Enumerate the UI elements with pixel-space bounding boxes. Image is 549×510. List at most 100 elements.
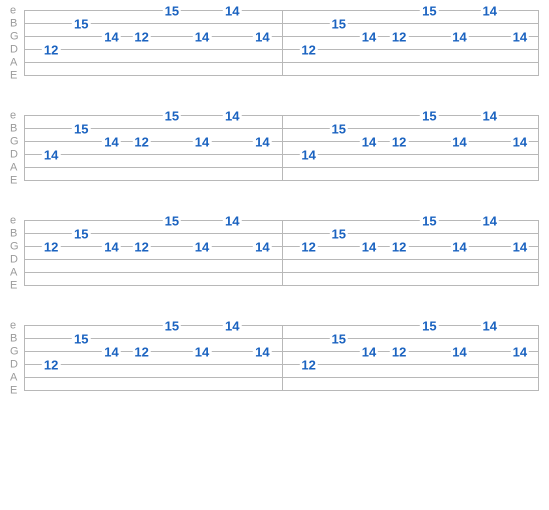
tab-note: 14 <box>102 135 120 148</box>
tab-note: 15 <box>420 109 438 122</box>
tab-note: 14 <box>223 214 241 227</box>
string-label-B: B <box>10 334 17 345</box>
tab-staff: 12151412151414141215141215141414 <box>24 325 539 392</box>
tab-note: 14 <box>193 135 211 148</box>
tab-note: 12 <box>299 240 317 253</box>
string-label-D: D <box>10 255 18 266</box>
tab-note: 14 <box>360 135 378 148</box>
string-label-e: e <box>10 216 16 227</box>
tab-note: 14 <box>480 4 498 17</box>
tab-note: 14 <box>253 135 271 148</box>
string-label-E: E <box>10 176 17 187</box>
barline <box>282 325 283 391</box>
barline <box>538 10 539 76</box>
tab-note: 12 <box>390 345 408 358</box>
string-label-B: B <box>10 19 17 30</box>
tab-note: 12 <box>390 30 408 43</box>
tab-note: 12 <box>132 240 150 253</box>
tab-note: 14 <box>253 345 271 358</box>
tab-staff: 14151412151414141415141215141414 <box>24 115 539 182</box>
tab-system: eBGDAE12151412151414141215141215141414 <box>10 10 539 77</box>
string-label-e: e <box>10 6 16 17</box>
string-label-A: A <box>10 268 17 279</box>
barline <box>282 220 283 286</box>
tab-note: 14 <box>450 135 468 148</box>
barline <box>538 115 539 181</box>
string-label-e: e <box>10 111 16 122</box>
barline <box>282 10 283 76</box>
tab-note: 15 <box>420 4 438 17</box>
tab-note: 14 <box>511 135 529 148</box>
tab-note: 14 <box>253 30 271 43</box>
tab-note: 14 <box>299 148 317 161</box>
tab-system: eBGDAE12151412151414141215141215141414 <box>10 325 539 392</box>
tab-note: 14 <box>480 109 498 122</box>
tab-note: 14 <box>223 4 241 17</box>
tab-note: 14 <box>360 30 378 43</box>
tab-note: 15 <box>330 332 348 345</box>
tab-note: 14 <box>102 240 120 253</box>
tab-note: 15 <box>72 17 90 30</box>
tab-note: 12 <box>132 345 150 358</box>
string-label-G: G <box>10 242 19 253</box>
tab-note: 15 <box>163 214 181 227</box>
tab-staff: 12151412151414141215141215141414 <box>24 10 539 77</box>
tab-note: 15 <box>330 17 348 30</box>
string-label-G: G <box>10 347 19 358</box>
tab-note: 15 <box>330 227 348 240</box>
tab-note: 12 <box>299 43 317 56</box>
tab-note: 14 <box>511 30 529 43</box>
guitar-tab: eBGDAE12151412151414141215141215141414eB… <box>10 10 539 392</box>
tab-note: 15 <box>420 319 438 332</box>
tab-note: 15 <box>72 332 90 345</box>
barline <box>538 325 539 391</box>
string-label-G: G <box>10 32 19 43</box>
barline <box>24 10 25 76</box>
tab-note: 14 <box>253 240 271 253</box>
tab-note: 14 <box>511 240 529 253</box>
string-label-B: B <box>10 124 17 135</box>
string-label-A: A <box>10 58 17 69</box>
tab-note: 15 <box>72 227 90 240</box>
string-label-e: e <box>10 321 16 332</box>
string-label-E: E <box>10 386 17 397</box>
tab-note: 15 <box>163 4 181 17</box>
tab-note: 12 <box>390 135 408 148</box>
tab-note: 15 <box>163 319 181 332</box>
barline <box>282 115 283 181</box>
tab-note: 14 <box>102 30 120 43</box>
tab-note: 14 <box>480 214 498 227</box>
tab-system: eBGDAE12151412151414141215141215141414 <box>10 220 539 287</box>
barline <box>24 220 25 286</box>
tab-note: 14 <box>193 345 211 358</box>
string-label-D: D <box>10 150 18 161</box>
string-label-E: E <box>10 281 17 292</box>
tab-note: 14 <box>480 319 498 332</box>
tab-note: 14 <box>360 240 378 253</box>
string-label-B: B <box>10 229 17 240</box>
tab-note: 12 <box>299 358 317 371</box>
tab-note: 15 <box>163 109 181 122</box>
tab-note: 12 <box>42 240 60 253</box>
tab-system: eBGDAE14151412151414141415141215141414 <box>10 115 539 182</box>
barline <box>24 325 25 391</box>
barline <box>538 220 539 286</box>
tab-note: 14 <box>450 30 468 43</box>
tab-note: 14 <box>450 345 468 358</box>
string-label-A: A <box>10 373 17 384</box>
string-label-D: D <box>10 360 18 371</box>
tab-note: 12 <box>42 43 60 56</box>
tab-note: 12 <box>132 30 150 43</box>
tab-note: 15 <box>420 214 438 227</box>
tab-note: 14 <box>511 345 529 358</box>
tab-note: 14 <box>223 319 241 332</box>
barline <box>24 115 25 181</box>
string-label-A: A <box>10 163 17 174</box>
string-label-G: G <box>10 137 19 148</box>
tab-note: 14 <box>450 240 468 253</box>
tab-staff: 12151412151414141215141215141414 <box>24 220 539 287</box>
tab-note: 12 <box>390 240 408 253</box>
tab-note: 15 <box>72 122 90 135</box>
string-label-E: E <box>10 71 17 82</box>
tab-note: 15 <box>330 122 348 135</box>
